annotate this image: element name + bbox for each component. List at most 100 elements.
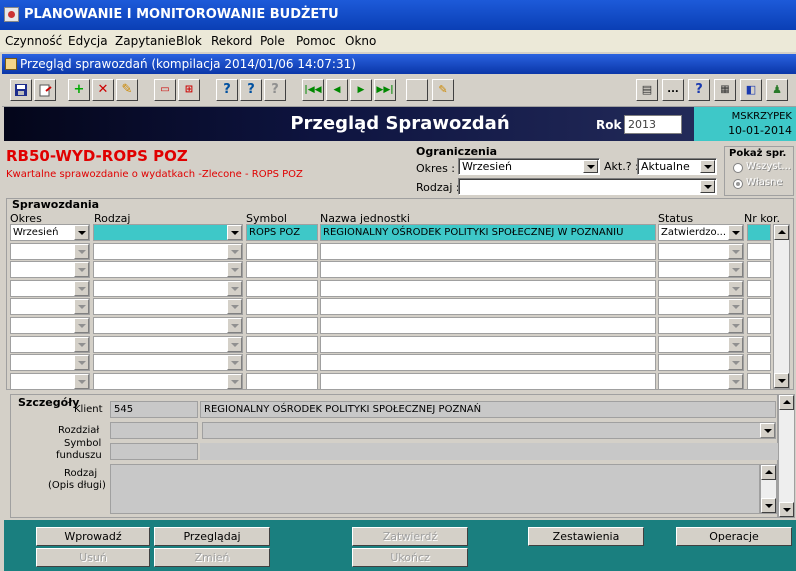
menu-zapytanie[interactable]: Zapytanie [115,34,176,48]
chevron-down-icon[interactable] [227,337,242,352]
grid-cell-nazwa[interactable] [320,354,656,371]
insert-record-icon[interactable]: ▭ [154,79,176,101]
grid-cell-nr-kor[interactable] [747,224,771,241]
grid-scrollbar[interactable] [773,224,790,389]
grid-cell-nr-kor[interactable] [747,317,771,334]
info-icon[interactable]: ◧ [740,79,762,101]
menu-pole[interactable]: Pole [260,34,285,48]
count-query-icon[interactable]: ? [264,79,286,101]
menu-blok[interactable]: Blok [176,34,202,48]
rodzaj-opis-scrollbar[interactable] [760,464,777,514]
menu-czynnosc[interactable]: Czynność [5,34,62,48]
grid-cell-rodzaj[interactable] [93,224,243,241]
delete-icon[interactable]: ✕ [92,79,114,101]
grid-cell-status[interactable] [658,261,744,278]
usun-button[interactable]: Usuń [36,548,150,567]
grid-cell-nazwa[interactable] [320,336,656,353]
zatwierdz-button[interactable]: Zatwierdź [352,527,468,546]
grid-cell-rodzaj[interactable] [93,317,243,334]
chevron-down-icon[interactable] [227,299,242,314]
grid-cell-rodzaj[interactable] [93,336,243,353]
chevron-down-icon[interactable] [227,262,242,277]
grid-cell-rodzaj[interactable] [93,298,243,315]
chevron-down-icon[interactable] [760,423,775,438]
grid-cell-symbol[interactable] [246,373,318,390]
grid-cell-nr-kor[interactable] [747,373,771,390]
duplicate-icon[interactable]: ⊞ [178,79,200,101]
all-radio[interactable] [733,163,743,173]
zestawienia-button[interactable]: Zestawienia [528,527,644,546]
grid-cell-rodzaj[interactable] [93,354,243,371]
chevron-down-icon[interactable] [728,355,743,370]
user-icon[interactable]: ♟ [766,79,788,101]
chevron-down-icon[interactable] [227,244,242,259]
chevron-down-icon[interactable] [728,299,743,314]
chevron-down-icon[interactable] [74,281,89,296]
rozdzial-select[interactable] [202,422,776,439]
scroll-up-icon[interactable] [761,465,776,480]
chevron-down-icon[interactable] [728,337,743,352]
query-icon[interactable]: ? [216,79,238,101]
grid-cell-symbol[interactable] [246,298,318,315]
grid-cell-nr-kor[interactable] [747,336,771,353]
grid-cell-nazwa[interactable] [320,298,656,315]
grid-cell-status[interactable] [658,354,744,371]
chevron-down-icon[interactable] [583,160,598,173]
chevron-down-icon[interactable] [700,180,715,193]
grid-cell-nazwa[interactable] [320,317,656,334]
next-record-icon[interactable]: ▶ [350,79,372,101]
grid-cell-symbol[interactable] [246,354,318,371]
grid-cell-nr-kor[interactable] [747,354,771,371]
chevron-down-icon[interactable] [728,374,743,389]
previous-record-icon[interactable]: ◀ [326,79,348,101]
chevron-down-icon[interactable] [74,337,89,352]
grid-cell-symbol[interactable] [246,280,318,297]
przegladaj-button[interactable]: Przeglądaj [154,527,270,546]
print-icon[interactable]: ▤ [636,79,658,101]
grid-cell-okres[interactable]: Wrzesień [10,224,90,241]
last-record-icon[interactable]: ▶▶| [374,79,396,101]
scroll-up-icon[interactable] [779,395,794,410]
chevron-down-icon[interactable] [74,244,89,259]
first-record-icon[interactable]: |◀◀ [302,79,324,101]
help-icon[interactable]: ? [688,79,710,101]
grid-cell-nr-kor[interactable] [747,298,771,315]
grid-cell-status[interactable] [658,280,744,297]
grid-cell-nr-kor[interactable] [747,243,771,260]
rodzaj-opis-field[interactable] [110,464,760,514]
operacje-button[interactable]: Operacje [676,527,792,546]
clear-icon[interactable]: ✎ [116,79,138,101]
grid-cell-nazwa[interactable] [320,243,656,260]
grid-cell-status[interactable] [658,317,744,334]
klient-name-field[interactable]: REGIONALNY OŚRODEK POLITYKI SPOŁECZNEJ P… [200,401,776,418]
okres-filter-select[interactable]: Wrzesień [458,158,600,175]
grid-cell-okres[interactable] [10,280,90,297]
grid-cell-okres[interactable] [10,243,90,260]
chevron-down-icon[interactable] [728,244,743,259]
calculator-icon[interactable]: ▦ [714,79,736,101]
grid-cell-okres[interactable] [10,317,90,334]
grid-cell-okres[interactable] [10,298,90,315]
chevron-down-icon[interactable] [74,374,89,389]
symbol-funduszu-field[interactable] [110,443,198,460]
grid-cell-rodzaj[interactable] [93,373,243,390]
save-icon[interactable] [10,79,32,101]
grid-cell-okres[interactable] [10,261,90,278]
klient-id-field[interactable]: 545 [110,401,198,418]
scroll-down-icon[interactable] [761,498,776,513]
ukoncz-button[interactable]: Ukończ [352,548,468,567]
menu-okno[interactable]: Okno [345,34,376,48]
grid-cell-okres[interactable] [10,373,90,390]
exit-icon[interactable] [34,79,56,101]
grid-cell-symbol[interactable] [246,261,318,278]
grid-cell-nazwa[interactable] [320,280,656,297]
grid-cell-nazwa[interactable] [320,373,656,390]
chevron-down-icon[interactable] [728,318,743,333]
scroll-down-icon[interactable] [779,502,794,517]
chevron-down-icon[interactable] [728,225,743,240]
wprowadz-button[interactable]: Wprowadź [36,527,150,546]
grid-cell-okres[interactable] [10,354,90,371]
chevron-down-icon[interactable] [227,318,242,333]
rozdzial-code-field[interactable] [110,422,198,439]
chevron-down-icon[interactable] [74,355,89,370]
